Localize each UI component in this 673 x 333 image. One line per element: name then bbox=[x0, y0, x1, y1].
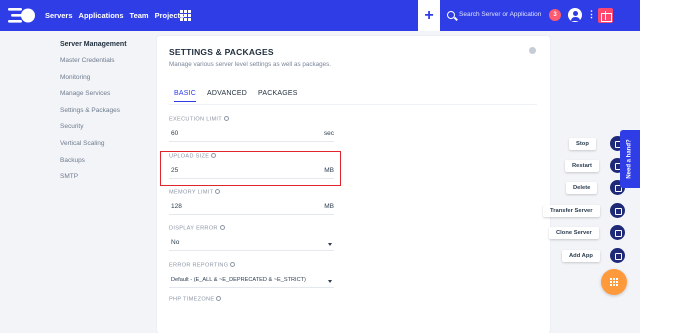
card-subtitle: Manage various server level settings as … bbox=[169, 61, 332, 68]
delete-button[interactable]: Delete bbox=[566, 181, 598, 194]
menu-item-security[interactable]: Security bbox=[60, 122, 160, 139]
transfer-server-button[interactable]: Transfer Server bbox=[543, 204, 600, 217]
screenshot-canvas: Servers Applications Team Projects + Sea… bbox=[0, 0, 673, 333]
user-avatar-icon[interactable] bbox=[568, 8, 582, 22]
chevron-down-icon bbox=[328, 242, 332, 246]
error-reporting-value: Default - (E_ALL & ~E_DEPRECATED & ~E_ST… bbox=[171, 276, 306, 283]
tab-basic[interactable]: BASIC bbox=[174, 90, 197, 102]
add-app-icon[interactable] bbox=[610, 248, 625, 263]
transfer-icon[interactable] bbox=[610, 203, 625, 218]
execution-limit-input[interactable]: 60 sec bbox=[169, 128, 334, 142]
stop-action[interactable]: Stop bbox=[569, 136, 596, 151]
memory-limit-input[interactable]: 128 MB bbox=[169, 201, 334, 215]
more-menu-icon[interactable]: ⋮ bbox=[587, 10, 596, 19]
restart-action[interactable]: Restart bbox=[565, 158, 599, 173]
error-reporting-label: ERROR REPORTING bbox=[169, 262, 229, 269]
restart-button[interactable]: Restart bbox=[565, 159, 599, 172]
card-title: SETTINGS & PACKAGES bbox=[169, 47, 274, 57]
execution-limit-unit: sec bbox=[323, 129, 334, 137]
menu-item-vertical-scaling[interactable]: Vertical Scaling bbox=[60, 139, 160, 156]
display-error-value: No bbox=[171, 238, 180, 246]
clone-server-button[interactable]: Clone Server bbox=[549, 226, 599, 239]
display-error-select[interactable]: No bbox=[169, 237, 334, 251]
info-icon bbox=[215, 189, 221, 194]
menu-item-manage-services[interactable]: Manage Services bbox=[60, 89, 160, 106]
info-icon bbox=[219, 225, 225, 230]
memory-limit-label: MEMORY LIMIT bbox=[169, 189, 214, 196]
error-reporting-field: ERROR REPORTING Default - (E_ALL & ~E_DE… bbox=[169, 262, 334, 288]
top-navbar: Servers Applications Team Projects + Sea… bbox=[0, 0, 640, 31]
menu-item-monitoring[interactable]: Monitoring bbox=[60, 73, 160, 90]
info-icon bbox=[223, 116, 229, 121]
delete-action[interactable]: Delete bbox=[566, 180, 598, 195]
display-error-field: DISPLAY ERROR No bbox=[169, 225, 334, 251]
info-icon bbox=[216, 296, 222, 301]
nav-team[interactable]: Team bbox=[130, 11, 149, 20]
settings-tabs: BASIC ADVANCED PACKAGES bbox=[174, 90, 298, 102]
server-management-menu: Server Management Master Credentials Mon… bbox=[60, 41, 160, 189]
tab-advanced[interactable]: ADVANCED bbox=[207, 90, 247, 102]
stop-button[interactable]: Stop bbox=[569, 137, 596, 150]
memory-limit-value: 128 bbox=[171, 202, 182, 210]
floating-menu-icon bbox=[610, 278, 618, 286]
app-window: Servers Applications Team Projects + Sea… bbox=[0, 0, 640, 333]
transfer-action[interactable]: Transfer Server bbox=[543, 203, 600, 218]
clone-action[interactable]: Clone Server bbox=[549, 225, 599, 240]
chevron-down-icon bbox=[328, 279, 332, 283]
floating-menu-button[interactable] bbox=[601, 269, 627, 295]
nav-applications[interactable]: Applications bbox=[79, 11, 124, 20]
tabs-divider bbox=[169, 104, 537, 105]
gift-icon[interactable] bbox=[598, 8, 613, 23]
apps-grid-icon[interactable] bbox=[180, 10, 191, 21]
clone-icon[interactable] bbox=[610, 225, 625, 240]
execution-limit-label: EXECUTION LIMIT bbox=[169, 116, 222, 123]
need-a-hand-label: Need a hand? bbox=[627, 139, 633, 179]
need-a-hand-tab[interactable]: Need a hand? bbox=[620, 130, 640, 188]
menu-title: Server Management bbox=[60, 41, 127, 48]
memory-limit-field: MEMORY LIMIT 128 MB bbox=[169, 189, 334, 215]
info-icon bbox=[230, 262, 236, 267]
execution-limit-field: EXECUTION LIMIT 60 sec bbox=[169, 116, 334, 142]
notification-badge[interactable]: 3 bbox=[549, 9, 561, 21]
error-reporting-select[interactable]: Default - (E_ALL & ~E_DEPRECATED & ~E_ST… bbox=[169, 274, 334, 288]
main-nav: Servers Applications Team Projects bbox=[45, 0, 184, 31]
memory-limit-unit: MB bbox=[324, 202, 334, 210]
nav-servers[interactable]: Servers bbox=[45, 11, 73, 20]
add-app-action[interactable]: Add App bbox=[562, 248, 600, 263]
cloudways-logo-icon[interactable] bbox=[8, 6, 36, 25]
add-app-button[interactable]: Add App bbox=[562, 249, 600, 262]
menu-item-smtp[interactable]: SMTP bbox=[60, 172, 160, 189]
search-icon[interactable] bbox=[447, 11, 455, 19]
tab-packages[interactable]: PACKAGES bbox=[258, 90, 298, 102]
php-timezone-field: PHP TIMEZONE bbox=[169, 296, 334, 303]
info-icon[interactable] bbox=[529, 47, 536, 54]
execution-limit-value: 60 bbox=[171, 129, 179, 137]
upload-size-highlight bbox=[160, 151, 341, 186]
menu-item-master-credentials[interactable]: Master Credentials bbox=[60, 56, 160, 73]
search-input[interactable]: Search Server or Application bbox=[459, 11, 541, 18]
add-button[interactable]: + bbox=[418, 0, 440, 31]
topbar-right: + Search Server or Application 3 ⋮ bbox=[418, 0, 640, 31]
menu-item-settings-packages[interactable]: Settings & Packages bbox=[60, 106, 160, 123]
menu-item-backups[interactable]: Backups bbox=[60, 156, 160, 173]
display-error-label: DISPLAY ERROR bbox=[169, 225, 218, 232]
php-timezone-label: PHP TIMEZONE bbox=[169, 296, 215, 303]
